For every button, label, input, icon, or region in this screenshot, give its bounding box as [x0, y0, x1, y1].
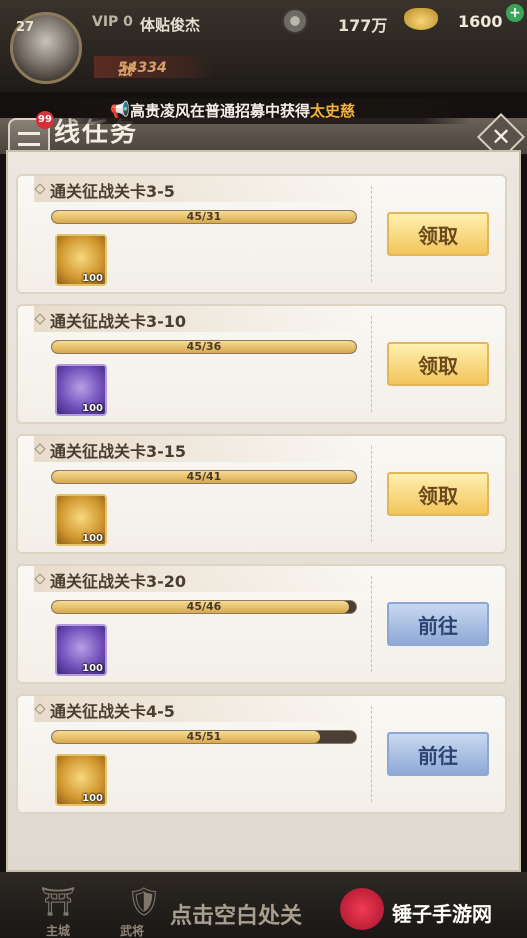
task-title: 通关征战关卡3-15	[50, 442, 187, 461]
card-divider	[371, 576, 372, 672]
task-title: 通关征战关卡4-5	[50, 702, 175, 721]
player-name: 体贴俊杰	[140, 16, 201, 34]
nav-main-city[interactable]: 主城	[46, 922, 70, 938]
vip-label[interactable]: VIP 0	[92, 14, 133, 30]
claim-button[interactable]: 领取	[387, 212, 489, 256]
reward-count: 100	[82, 273, 103, 284]
task-card: 通关征战关卡3-15 45/41 100 领取	[16, 434, 507, 554]
task-progress-text: 45/51	[186, 730, 222, 743]
gold-ingot-icon	[404, 8, 438, 30]
card-divider	[371, 316, 372, 412]
purple-crystal-icon[interactable]: 100	[55, 624, 107, 676]
task-card: 通关征战关卡3-20 45/46 100 前往	[16, 564, 507, 684]
reward-count: 100	[82, 533, 103, 544]
general-icon[interactable]: 🛡	[122, 880, 166, 924]
player-level: 27	[16, 20, 35, 35]
task-title: 通关征战关卡3-5	[50, 182, 175, 201]
task-title: 通关征战关卡3-20	[50, 572, 187, 591]
reward-count: 100	[82, 403, 103, 414]
gold-ingot-icon[interactable]: 100	[55, 494, 107, 546]
task-title: 通关征战关卡3-10	[50, 312, 187, 331]
gold-ingot-icon[interactable]: 100	[55, 234, 107, 286]
nav-generals[interactable]: 武将	[120, 922, 144, 938]
task-progress-bar: 45/41	[51, 470, 357, 484]
ingot-amount: 1600	[458, 12, 503, 31]
task-progress-bar: 45/51	[51, 730, 357, 744]
broadcast-highlight: 太史慈	[310, 102, 356, 120]
add-currency-button[interactable]: +	[506, 4, 524, 22]
claim-button[interactable]: 领取	[387, 472, 489, 516]
watermark-text: 锤子手游网	[392, 902, 492, 926]
card-divider	[371, 186, 372, 282]
task-progress-text: 45/41	[186, 470, 222, 483]
task-card: 通关征战关卡4-5 45/51 100 前往	[16, 694, 507, 814]
tap-to-close-hint: 点击空白处关	[170, 904, 303, 929]
go-to-button[interactable]: 前往	[387, 732, 489, 776]
watermark-logo	[340, 888, 384, 930]
go-to-button[interactable]: 前往	[387, 602, 489, 646]
coin-amount: 177万	[338, 16, 388, 35]
task-progress-bar: 45/31	[51, 210, 357, 224]
task-progress-bar: 45/46	[51, 600, 357, 614]
task-card: 通关征战关卡3-10 45/36 100 领取	[16, 304, 507, 424]
combat-power: 战 54334	[94, 56, 214, 79]
megaphone-icon: 📢	[110, 100, 130, 119]
card-divider	[371, 446, 372, 542]
task-progress-text: 45/36	[186, 340, 222, 353]
card-divider	[371, 706, 372, 802]
task-card: 通关征战关卡3-5 45/31 100 领取	[16, 174, 507, 294]
task-progress-text: 45/46	[186, 600, 222, 613]
claim-button[interactable]: 领取	[387, 342, 489, 386]
main-city-icon[interactable]: ⛩	[36, 880, 80, 924]
coin-icon	[282, 8, 308, 34]
purple-crystal-icon[interactable]: 100	[55, 364, 107, 416]
reward-count: 100	[82, 793, 103, 804]
task-panel: 通关征战关卡3-5 45/31 100 领取 通关征战关卡3-10 45/36 …	[6, 150, 521, 872]
power-value: 54334	[118, 60, 167, 76]
task-progress-bar: 45/36	[51, 340, 357, 354]
reward-count: 100	[82, 663, 103, 674]
notification-badge: 99	[36, 111, 54, 129]
task-progress-text: 45/31	[186, 210, 222, 223]
broadcast-text: 高贵凌风在普通招募中获得太史慈	[130, 100, 355, 121]
gold-ingot-icon[interactable]: 100	[55, 754, 107, 806]
broadcast-prefix: 高贵凌风在普通招募中获得	[130, 102, 311, 120]
